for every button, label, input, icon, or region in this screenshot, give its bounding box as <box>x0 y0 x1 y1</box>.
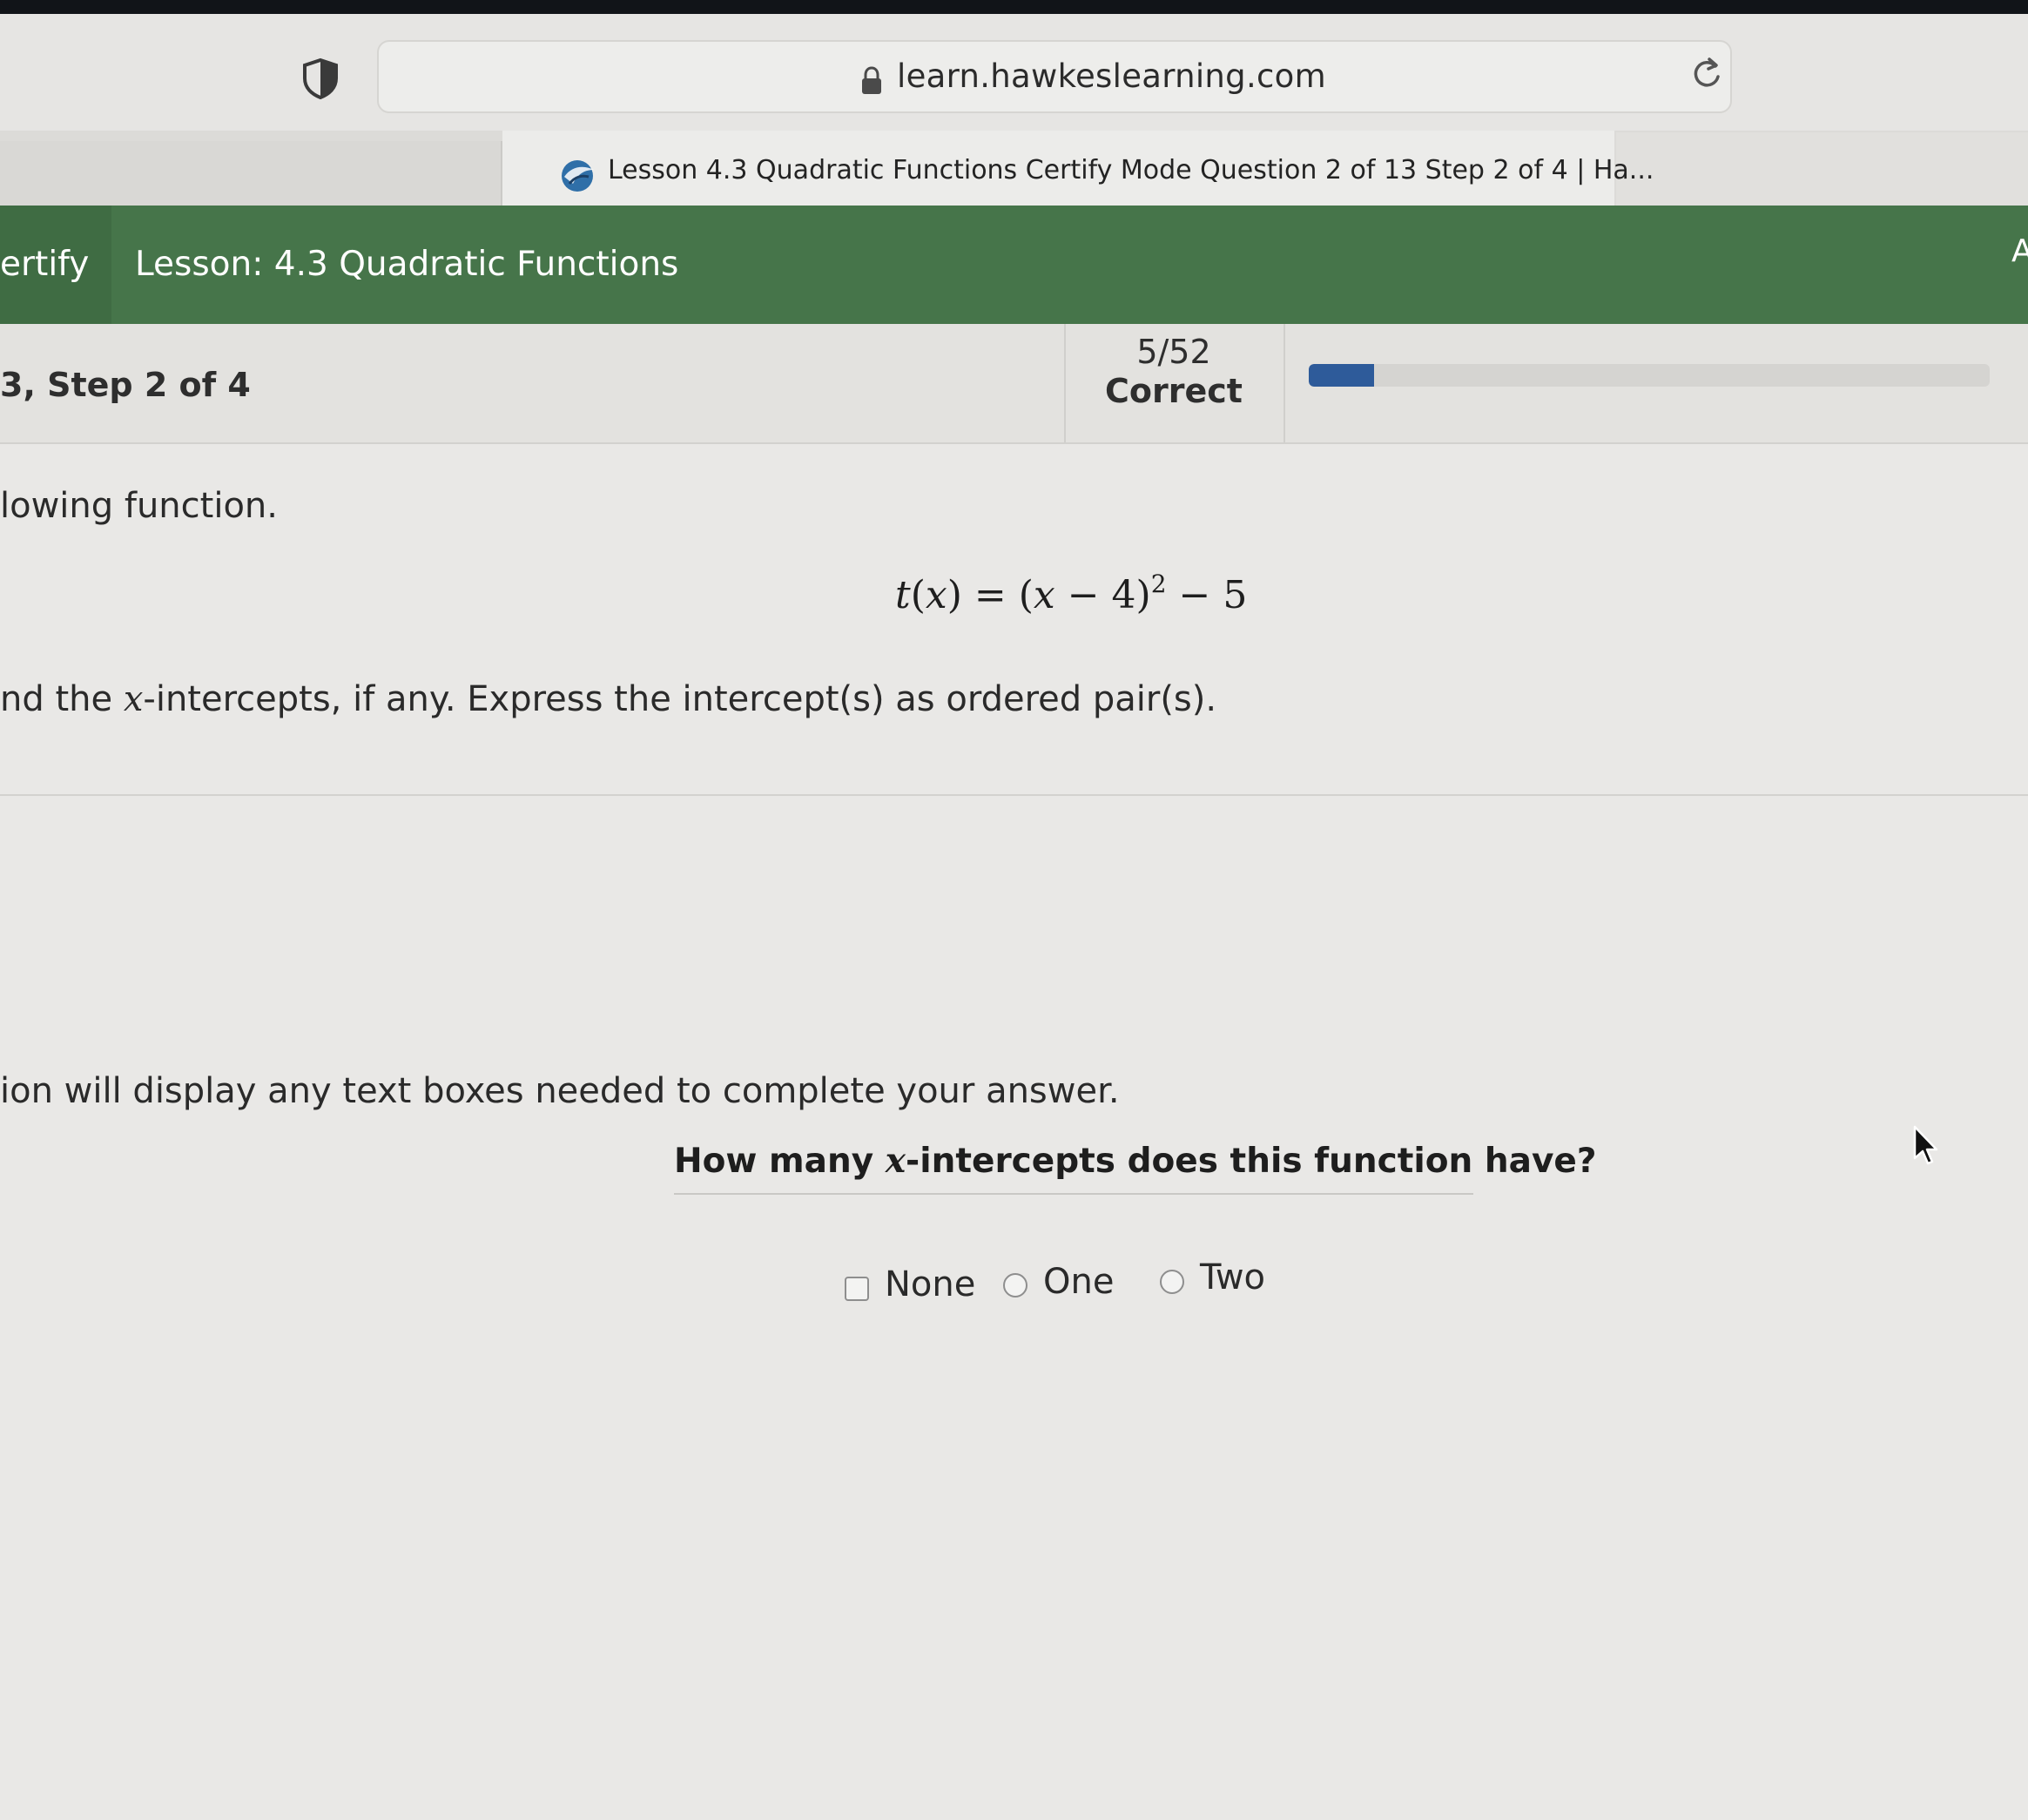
lesson-title: Lesson: 4.3 Quadratic Functions <box>135 245 679 284</box>
progress-bar <box>1309 364 1990 387</box>
screen-bezel <box>0 0 2028 14</box>
question-step-label: 3, Step 2 of 4 <box>0 366 251 404</box>
divider <box>1284 324 1285 442</box>
option-one-radio[interactable] <box>1003 1273 1027 1298</box>
option-two-radio[interactable] <box>1160 1270 1184 1294</box>
browser-tab-previous[interactable] <box>0 141 502 206</box>
score-value: 5/52 <box>1136 333 1211 371</box>
equation-exponent: 2 <box>1150 570 1167 598</box>
browser-tab-next[interactable] <box>1616 132 2028 206</box>
subquestion-underline <box>674 1193 1473 1195</box>
option-two-label[interactable]: Two <box>1200 1257 1265 1298</box>
subquestion-prompt: How many x-intercepts does this function… <box>674 1141 1597 1181</box>
shield-icon[interactable] <box>301 57 340 99</box>
question-instruction: lowing function. <box>0 486 278 526</box>
mouse-cursor-icon <box>1913 1125 1938 1165</box>
question-task: nd the x-intercepts, if any. Express the… <box>0 679 1217 719</box>
mode-label[interactable]: ertify <box>0 245 89 284</box>
lock-icon <box>862 66 881 94</box>
hawkes-logo-icon <box>562 160 594 192</box>
equation-var: x <box>925 573 947 617</box>
function-equation: t(x) = (x − 4)2 − 5 <box>895 570 1248 617</box>
option-none-checkbox[interactable] <box>845 1277 869 1301</box>
reload-icon[interactable] <box>1689 54 1724 92</box>
option-one-label[interactable]: One <box>1043 1262 1114 1302</box>
score-label: Correct <box>1105 372 1243 410</box>
tab-title[interactable]: Lesson 4.3 Quadratic Functions Certify M… <box>608 155 1654 185</box>
answer-hint: ion will display any text boxes needed t… <box>0 1071 1120 1111</box>
progress-bar-fill <box>1309 364 1375 387</box>
address-bar-url[interactable]: learn.hawkeslearning.com <box>897 57 1326 95</box>
equation-fn: t <box>895 573 911 617</box>
option-none-label[interactable]: None <box>885 1264 975 1304</box>
header-right-text[interactable]: A <box>2011 233 2028 269</box>
section-divider <box>0 794 2028 796</box>
